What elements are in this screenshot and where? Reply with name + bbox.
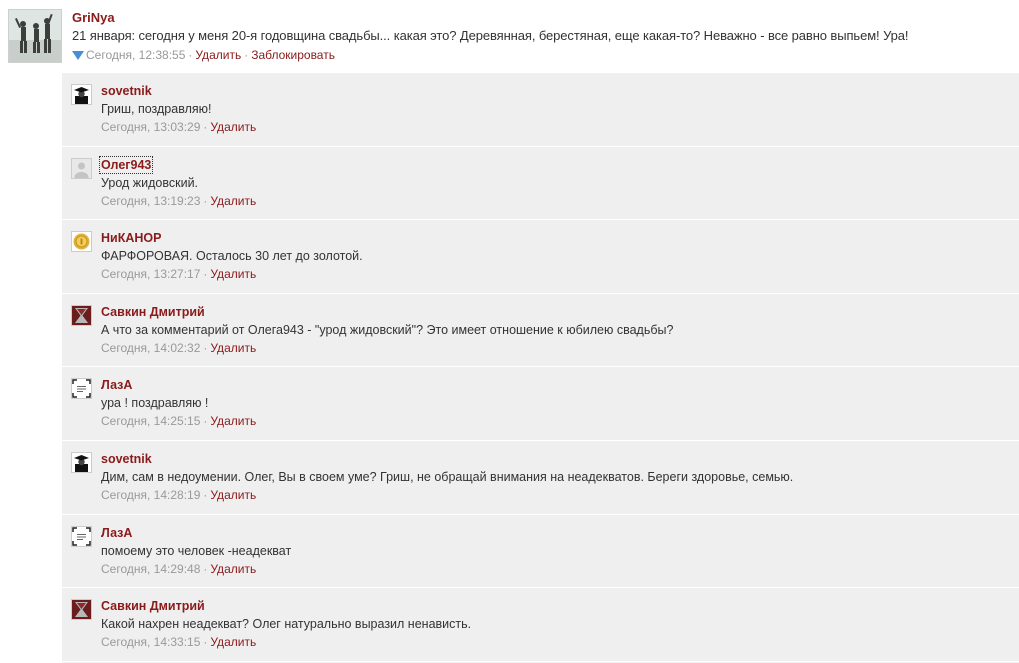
comment-text: А что за комментарий от Олега943 - "урод… xyxy=(101,322,674,337)
separator: · xyxy=(203,414,208,429)
comment-delete-link[interactable]: Удалить xyxy=(210,488,256,502)
comment-item: ЛазА ура ! поздравляю ! Сегодня, 14:25:1… xyxy=(62,367,1019,441)
comment-meta: Сегодня, 14:28:19 · Удалить xyxy=(101,488,256,502)
comment-author-link[interactable]: sovetnik xyxy=(101,452,152,466)
comment-author-link[interactable]: sovetnik xyxy=(101,84,152,98)
comment-author-link[interactable]: ЛазА xyxy=(101,526,132,540)
comment-delete-link[interactable]: Удалить xyxy=(210,635,256,649)
separator: · xyxy=(203,193,208,208)
comment-item: Савкин Дмитрий Какой нахрен неадекват? О… xyxy=(62,588,1019,662)
comment-meta: Сегодня, 14:33:15 · Удалить xyxy=(101,635,256,649)
comment-meta: Сегодня, 13:03:29 · Удалить xyxy=(101,120,256,134)
comment-avatar[interactable] xyxy=(71,599,92,621)
comment-text: Дим, сам в недоумении. Олег, Вы в своем … xyxy=(101,469,794,484)
separator: · xyxy=(188,48,193,62)
comment-delete-link[interactable]: Удалить xyxy=(210,267,256,281)
comment-author-link[interactable]: Савкин Дмитрий xyxy=(101,599,205,613)
comment-author-link[interactable]: ЛазА xyxy=(101,378,132,392)
comment-item: ЛазА помоему это человек -неадекват Сего… xyxy=(62,515,1019,589)
comment-text: помоему это человек -неадекват xyxy=(101,543,292,558)
comment-meta: Сегодня, 13:27:17 · Удалить xyxy=(101,267,256,281)
comment-avatar[interactable] xyxy=(71,525,92,547)
comment-meta: Сегодня, 14:02:32 · Удалить xyxy=(101,341,256,355)
comment-avatar[interactable] xyxy=(71,304,92,326)
comment-item: Савкин Дмитрий А что за комментарий от О… xyxy=(62,294,1019,368)
comment-delete-link[interactable]: Удалить xyxy=(210,120,256,134)
separator: · xyxy=(203,120,208,134)
separator: · xyxy=(203,267,208,282)
comment-author-link[interactable]: НиКАНОР xyxy=(101,231,161,245)
comment-avatar[interactable] xyxy=(71,378,92,400)
separator: · xyxy=(203,635,208,650)
comment-timestamp: Сегодня, 14:25:15 xyxy=(101,414,201,429)
comment-timestamp: Сегодня, 14:29:48 xyxy=(101,561,201,576)
comment-item: sovetnik Гриш, поздравляю! Сегодня, 13:0… xyxy=(62,73,1019,147)
comment-item: sovetnik Дим, сам в недоумении. Олег, Вы… xyxy=(62,441,1019,515)
post-delete-link[interactable]: Удалить xyxy=(195,48,241,62)
post-text: 21 января: сегодня у меня 20-я годовщина… xyxy=(72,28,909,43)
post-block-link[interactable]: Заблокировать xyxy=(251,48,335,62)
comment-author-link[interactable]: Олег943 xyxy=(98,155,154,174)
comment-text: ФАРФОРОВАЯ. Осталось 30 лет до золотой. xyxy=(101,249,363,264)
comment-meta: Сегодня, 14:25:15 · Удалить xyxy=(101,414,256,428)
comment-timestamp: Сегодня, 14:02:32 xyxy=(101,340,201,355)
comments-thread: sovetnik Гриш, поздравляю! Сегодня, 13:0… xyxy=(62,73,1019,663)
separator: · xyxy=(244,48,249,62)
comment-text: Урод жидовский. xyxy=(101,175,199,190)
comment-meta: Сегодня, 13:19:23 · Удалить xyxy=(101,194,256,208)
comment-timestamp: Сегодня, 14:28:19 xyxy=(101,487,201,502)
comment-timestamp: Сегодня, 13:19:23 xyxy=(101,193,201,208)
comment-text: Гриш, поздравляю! xyxy=(101,102,212,116)
comment-timestamp: Сегодня, 14:33:15 xyxy=(101,635,201,650)
comment-avatar[interactable] xyxy=(71,451,92,473)
comment-avatar[interactable] xyxy=(71,84,92,105)
comment-delete-link[interactable]: Удалить xyxy=(210,341,256,355)
wall-post: GriNya 21 января: сегодня у меня 20-я го… xyxy=(0,0,1019,70)
comment-delete-link[interactable]: Удалить xyxy=(210,562,256,576)
post-meta: Сегодня, 12:38:55 · Удалить · Заблокировать xyxy=(72,48,335,62)
separator: · xyxy=(203,561,208,576)
comment-item: НиКАНОР ФАРФОРОВАЯ. Осталось 30 лет до з… xyxy=(62,220,1019,294)
reply-triangle-icon[interactable] xyxy=(72,51,84,60)
post-author-link[interactable]: GriNya xyxy=(72,10,115,25)
comment-text: ура ! поздравляю ! xyxy=(101,396,209,411)
separator: · xyxy=(203,340,208,355)
comment-meta: Сегодня, 14:29:48 · Удалить xyxy=(101,562,256,576)
post-timestamp: Сегодня, 12:38:55 xyxy=(86,48,186,62)
comment-author-link[interactable]: Савкин Дмитрий xyxy=(101,305,205,319)
comment-text: Какой нахрен неадекват? Олег натурально … xyxy=(101,617,472,632)
comment-avatar[interactable] xyxy=(71,157,92,179)
post-author-avatar[interactable] xyxy=(8,9,62,63)
comment-timestamp: Сегодня, 13:27:17 xyxy=(101,267,201,282)
comment-item: Олег943 Урод жидовский. Сегодня, 13:19:2… xyxy=(62,147,1019,221)
comment-delete-link[interactable]: Удалить xyxy=(210,194,256,208)
comment-delete-link[interactable]: Удалить xyxy=(210,414,256,428)
comment-timestamp: Сегодня, 13:03:29 xyxy=(101,120,201,134)
separator: · xyxy=(203,487,208,502)
comment-avatar[interactable] xyxy=(71,231,92,253)
